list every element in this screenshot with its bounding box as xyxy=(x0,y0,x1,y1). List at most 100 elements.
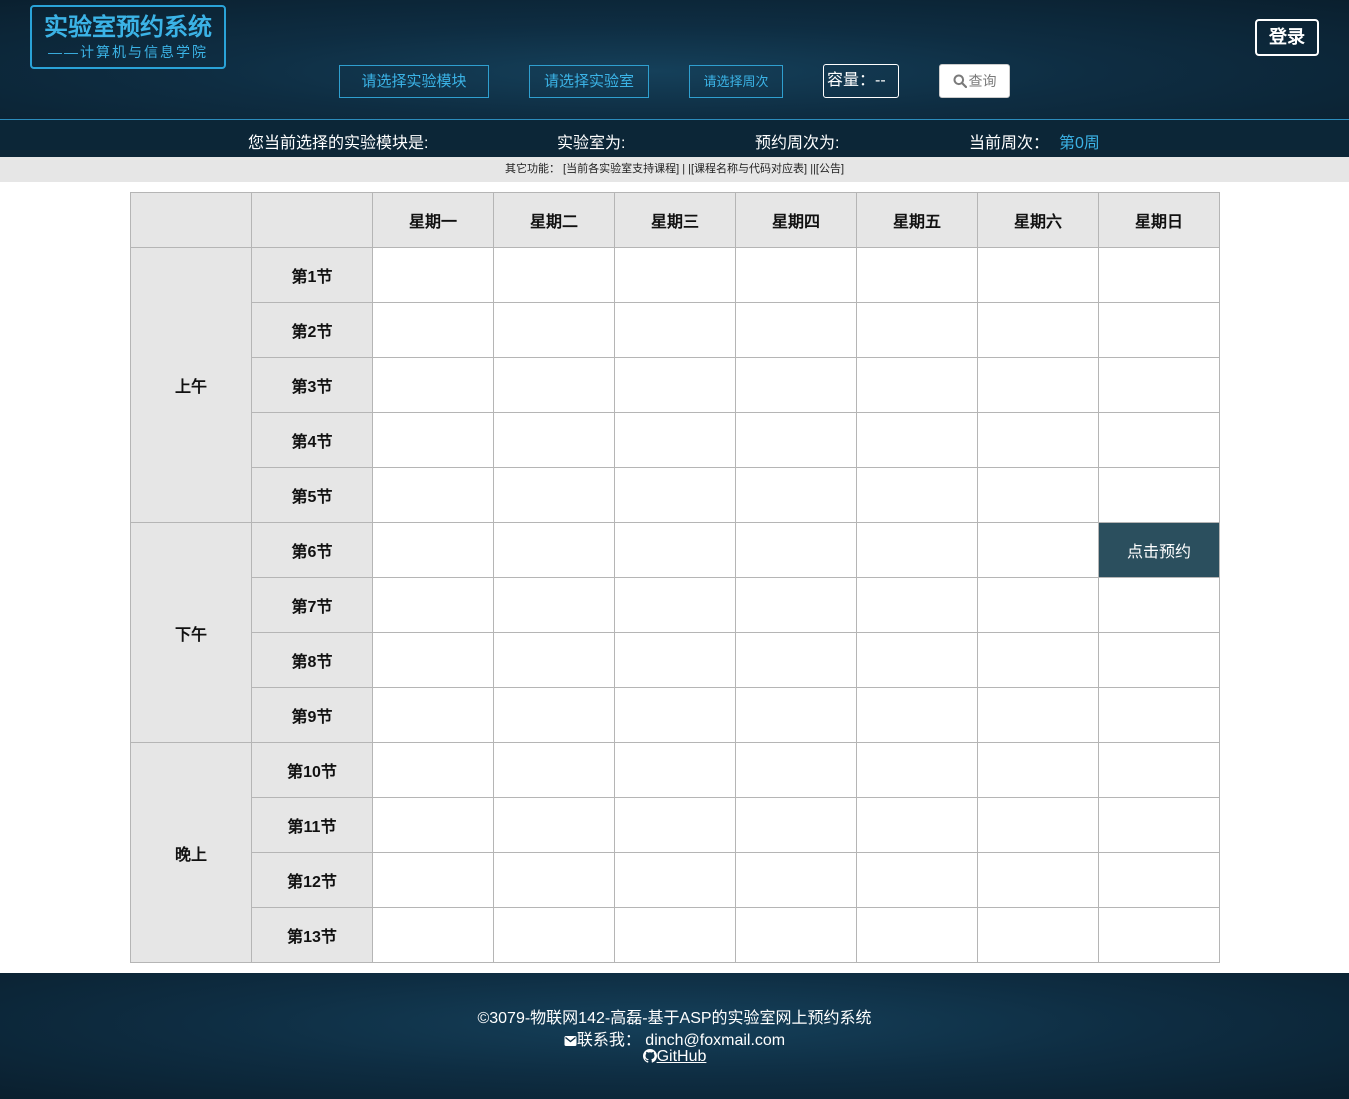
schedule-cell[interactable] xyxy=(614,357,736,413)
schedule-cell[interactable] xyxy=(1098,302,1220,358)
github-link[interactable]: GitHub xyxy=(657,1048,707,1065)
week-select[interactable]: 请选择周次 xyxy=(689,65,783,98)
schedule-cell[interactable] xyxy=(856,412,978,468)
schedule-cell[interactable] xyxy=(493,577,615,633)
schedule-cell[interactable] xyxy=(372,632,494,688)
schedule-cell[interactable] xyxy=(735,577,857,633)
query-button[interactable]: 查询 xyxy=(939,64,1010,98)
schedule-cell[interactable] xyxy=(977,907,1099,963)
schedule-cell[interactable] xyxy=(1098,632,1220,688)
schedule-cell[interactable] xyxy=(977,467,1099,523)
schedule-cell[interactable] xyxy=(977,852,1099,908)
schedule-cell[interactable] xyxy=(856,522,978,578)
schedule-cell[interactable] xyxy=(372,357,494,413)
schedule-cell[interactable] xyxy=(977,302,1099,358)
schedule-cell[interactable] xyxy=(1098,357,1220,413)
schedule-cell[interactable] xyxy=(614,467,736,523)
schedule-cell[interactable] xyxy=(372,687,494,743)
schedule-cell[interactable] xyxy=(372,577,494,633)
schedule-cell[interactable] xyxy=(735,467,857,523)
schedule-cell[interactable] xyxy=(372,797,494,853)
schedule-cell[interactable] xyxy=(372,907,494,963)
schedule-cell[interactable] xyxy=(493,412,615,468)
schedule-cell[interactable] xyxy=(493,522,615,578)
schedule-cell[interactable] xyxy=(493,797,615,853)
schedule-cell[interactable] xyxy=(1098,687,1220,743)
schedule-cell[interactable] xyxy=(977,797,1099,853)
lab-select[interactable]: 请选择实验室 xyxy=(529,65,649,98)
schedule-cell[interactable] xyxy=(1098,247,1220,303)
schedule-cell[interactable] xyxy=(735,412,857,468)
schedule-cell[interactable] xyxy=(856,577,978,633)
reserve-button[interactable]: 点击预约 xyxy=(1098,522,1220,578)
schedule-cell[interactable] xyxy=(614,412,736,468)
site-logo[interactable]: 实验室预约系统 ——计算机与信息学院 xyxy=(30,5,226,69)
schedule-cell[interactable] xyxy=(493,302,615,358)
schedule-cell[interactable] xyxy=(1098,412,1220,468)
schedule-cell[interactable] xyxy=(372,467,494,523)
schedule-cell[interactable] xyxy=(735,522,857,578)
schedule-cell[interactable] xyxy=(1098,797,1220,853)
schedule-cell[interactable] xyxy=(614,797,736,853)
announcement-link[interactable]: [公告] xyxy=(816,163,844,175)
schedule-cell[interactable] xyxy=(977,247,1099,303)
schedule-cell[interactable] xyxy=(735,852,857,908)
schedule-cell[interactable] xyxy=(856,632,978,688)
schedule-cell[interactable] xyxy=(856,742,978,798)
schedule-cell[interactable] xyxy=(977,522,1099,578)
schedule-cell[interactable] xyxy=(493,852,615,908)
schedule-cell[interactable] xyxy=(856,687,978,743)
schedule-cell[interactable] xyxy=(856,852,978,908)
schedule-cell[interactable] xyxy=(614,852,736,908)
schedule-cell[interactable] xyxy=(614,247,736,303)
schedule-cell[interactable] xyxy=(1098,742,1220,798)
schedule-cell[interactable] xyxy=(493,907,615,963)
schedule-cell[interactable] xyxy=(372,522,494,578)
module-select[interactable]: 请选择实验模块 xyxy=(339,65,489,98)
schedule-cell[interactable] xyxy=(614,742,736,798)
supported-courses-link[interactable]: [当前各实验室支持课程] xyxy=(563,163,679,175)
schedule-cell[interactable] xyxy=(614,632,736,688)
schedule-cell[interactable] xyxy=(735,632,857,688)
schedule-cell[interactable] xyxy=(977,632,1099,688)
schedule-cell[interactable] xyxy=(1098,577,1220,633)
schedule-cell[interactable] xyxy=(493,742,615,798)
schedule-cell[interactable] xyxy=(977,687,1099,743)
schedule-cell[interactable] xyxy=(1098,907,1220,963)
schedule-cell[interactable] xyxy=(856,467,978,523)
schedule-cell[interactable] xyxy=(614,687,736,743)
schedule-cell[interactable] xyxy=(614,522,736,578)
schedule-cell[interactable] xyxy=(735,742,857,798)
schedule-cell[interactable] xyxy=(614,302,736,358)
course-code-table-link[interactable]: [课程名称与代码对应表] xyxy=(691,163,807,175)
schedule-cell[interactable] xyxy=(372,247,494,303)
schedule-cell[interactable] xyxy=(735,907,857,963)
schedule-cell[interactable] xyxy=(977,357,1099,413)
schedule-cell[interactable] xyxy=(493,467,615,523)
schedule-cell[interactable] xyxy=(856,907,978,963)
schedule-cell[interactable] xyxy=(977,577,1099,633)
schedule-cell[interactable] xyxy=(856,302,978,358)
schedule-cell[interactable] xyxy=(493,357,615,413)
schedule-cell[interactable] xyxy=(493,247,615,303)
schedule-cell[interactable] xyxy=(735,247,857,303)
schedule-cell[interactable] xyxy=(977,742,1099,798)
schedule-cell[interactable] xyxy=(977,412,1099,468)
schedule-cell[interactable] xyxy=(493,632,615,688)
schedule-cell[interactable] xyxy=(735,302,857,358)
schedule-cell[interactable] xyxy=(856,247,978,303)
schedule-cell[interactable] xyxy=(372,412,494,468)
schedule-cell[interactable] xyxy=(856,357,978,413)
schedule-cell[interactable] xyxy=(493,687,615,743)
schedule-cell[interactable] xyxy=(735,357,857,413)
schedule-cell[interactable] xyxy=(372,852,494,908)
schedule-cell[interactable] xyxy=(372,742,494,798)
schedule-cell[interactable] xyxy=(1098,852,1220,908)
schedule-cell[interactable] xyxy=(614,577,736,633)
schedule-cell[interactable] xyxy=(735,797,857,853)
schedule-cell[interactable] xyxy=(372,302,494,358)
schedule-cell[interactable] xyxy=(1098,467,1220,523)
schedule-cell[interactable] xyxy=(735,687,857,743)
schedule-cell[interactable] xyxy=(856,797,978,853)
login-button[interactable]: 登录 xyxy=(1255,19,1319,56)
